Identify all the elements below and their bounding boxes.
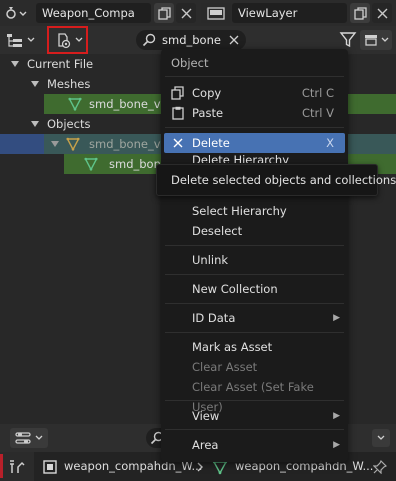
- active-tab-marker: [0, 454, 3, 478]
- submenu-arrow-icon: ▶: [333, 411, 340, 421]
- object-context-menu: Object Copy Ctrl C Paste Ctrl V Delete X…: [161, 49, 348, 462]
- duplicate-view-layer-button[interactable]: [350, 3, 370, 23]
- expand-triangle-icon[interactable]: [51, 141, 59, 147]
- mesh-icon: [84, 157, 98, 171]
- chevron-down-icon: [35, 435, 43, 440]
- submenu-arrow-icon: ▶: [333, 440, 340, 450]
- chevron-down-icon: [27, 37, 35, 42]
- menu-separator: [165, 127, 344, 128]
- menu-item-clear-asset: Clear Asset: [192, 360, 258, 374]
- menu-item-delete[interactable]: Delete X: [164, 133, 345, 153]
- filter-button[interactable]: [339, 31, 357, 49]
- copy-icon: [157, 6, 171, 20]
- close-view-layer-button[interactable]: [372, 3, 392, 23]
- submenu-arrow-icon: ▶: [333, 313, 340, 323]
- delete-x-icon: [173, 138, 183, 148]
- properties-icon: [15, 432, 31, 444]
- menu-separator: [165, 274, 344, 275]
- menu-item-copy[interactable]: Copy Ctrl C: [161, 83, 348, 103]
- tool-icon[interactable]: [9, 459, 25, 475]
- menu-item-paste[interactable]: Paste Ctrl V: [161, 103, 348, 123]
- delete-tooltip: Delete selected objects and collections.: [156, 164, 396, 196]
- view-layer-selector-button[interactable]: [201, 3, 231, 23]
- expand-triangle-icon[interactable]: [11, 61, 19, 67]
- new-collection-dropdown[interactable]: [360, 30, 392, 50]
- search-icon: [142, 33, 156, 47]
- collection-box-icon: [365, 35, 377, 46]
- scene-selector-button[interactable]: [4, 4, 32, 22]
- expand-triangle-icon[interactable]: [31, 81, 39, 87]
- scene-object-icon: [43, 460, 57, 474]
- chevron-down-icon: [377, 435, 385, 440]
- clear-search-icon[interactable]: [229, 35, 239, 45]
- search-value: smd_bone: [162, 33, 221, 47]
- copy-icon: [353, 6, 367, 20]
- pin-icon[interactable]: [373, 460, 387, 474]
- paste-icon: [172, 106, 184, 120]
- menu-separator: [165, 332, 344, 333]
- properties-tabs-strip: [0, 452, 34, 481]
- duplicate-scene-button[interactable]: [154, 3, 174, 23]
- view-layer-icon: [207, 7, 225, 20]
- menu-separator: [165, 303, 344, 304]
- close-scene-button[interactable]: [176, 3, 196, 23]
- menu-item-unlink[interactable]: Unlink: [161, 250, 348, 270]
- menu-title: Object: [171, 56, 209, 70]
- tree-label: Meshes: [47, 77, 91, 91]
- menu-item-view[interactable]: View ▶: [161, 406, 348, 426]
- menu-item-clear-asset-fake-user: Clear Asset (Set Fake User): [192, 380, 314, 414]
- editor-type-button[interactable]: [6, 30, 44, 50]
- mesh-icon: [68, 97, 82, 111]
- chevron-down-icon: [381, 37, 389, 42]
- scene-name-field[interactable]: Weapon_Compa: [36, 3, 151, 23]
- properties-options-button[interactable]: [372, 429, 390, 447]
- properties-editor-type-button[interactable]: [10, 428, 48, 448]
- view-layer-field[interactable]: ViewLayer: [232, 3, 347, 23]
- tree-label: Objects: [47, 117, 91, 131]
- close-icon: [377, 8, 387, 18]
- top-bar: Weapon_Compa ViewLayer: [0, 0, 396, 26]
- outliner-icon: [7, 34, 22, 47]
- tree-label: smd_bone_vis: [89, 97, 170, 111]
- menu-separator: [165, 245, 344, 246]
- menu-item-delete-hierarchy[interactable]: Delete Hierarchy: [161, 153, 348, 163]
- menu-separator: [165, 400, 344, 401]
- menu-item-mark-as-asset[interactable]: Mark as Asset: [161, 337, 348, 357]
- menu-separator: [165, 429, 344, 430]
- tree-label: Current File: [27, 57, 94, 71]
- menu-separator: [165, 76, 344, 77]
- chevron-right-icon: [197, 462, 203, 472]
- copy-icon: [171, 86, 184, 100]
- highlight-annotation-box: [47, 26, 88, 54]
- scene-icon: [6, 7, 27, 19]
- close-icon: [181, 8, 191, 18]
- funnel-icon: [339, 32, 357, 48]
- menu-item-new-collection[interactable]: New Collection: [161, 279, 348, 299]
- menu-item-area[interactable]: Area ▶: [161, 435, 348, 455]
- tree-label: smd_bone_vis: [89, 137, 170, 151]
- menu-item-select-hierarchy[interactable]: Select Hierarchy: [161, 201, 348, 221]
- menu-item-deselect[interactable]: Deselect: [161, 221, 348, 241]
- object-icon: [66, 137, 80, 151]
- menu-item-id-data[interactable]: ID Data ▶: [161, 308, 348, 328]
- search-input[interactable]: smd_bone: [136, 30, 246, 50]
- expand-triangle-icon[interactable]: [31, 121, 39, 127]
